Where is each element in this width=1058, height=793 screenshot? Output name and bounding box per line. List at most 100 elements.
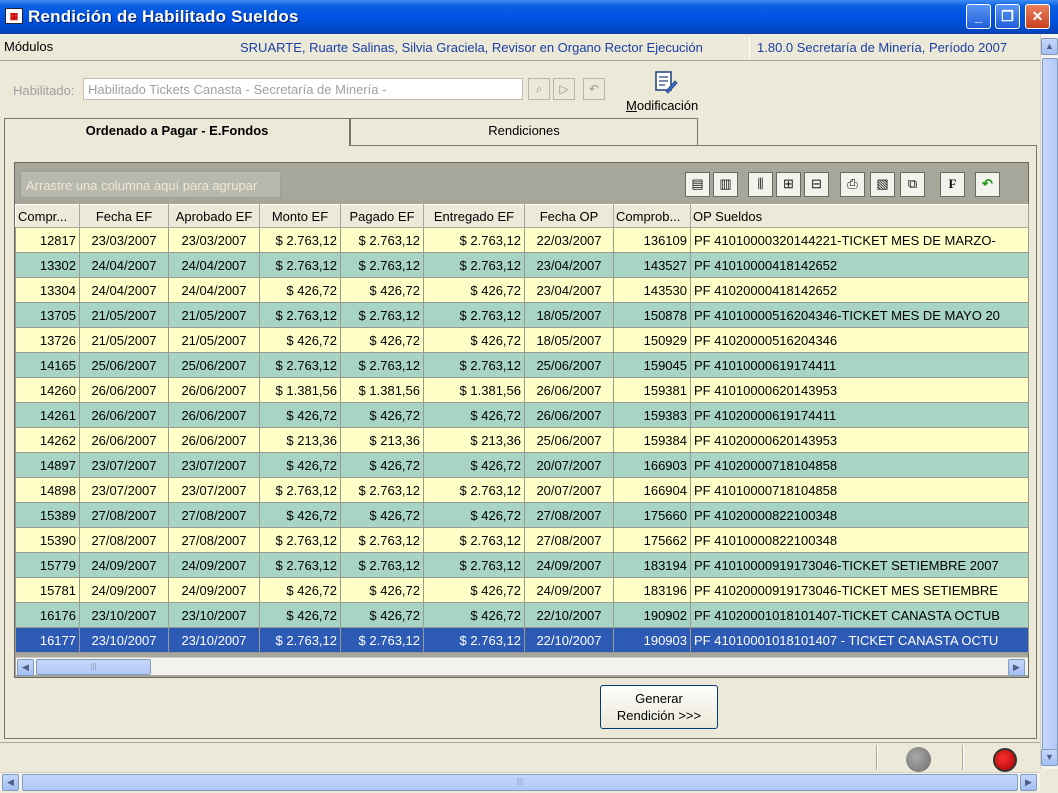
grid-horizontal-scrollbar[interactable]: ◀ ||| ▶ — [16, 657, 1028, 676]
grid-expand-button[interactable]: ⫼ — [748, 172, 773, 197]
cell-pagado[interactable]: $ 2.763,12 — [340, 352, 424, 378]
cell-aprobado-ef[interactable]: 24/09/2007 — [168, 552, 260, 578]
cell-pagado[interactable]: $ 2.763,12 — [340, 252, 424, 278]
table-row[interactable]: 15781 24/09/2007 24/09/2007 $ 426,72 $ 426,7… — [15, 577, 1029, 603]
cell-fecha-ef[interactable]: 26/06/2007 — [79, 427, 169, 453]
table-row[interactable]: 13304 24/04/2007 24/04/2007 $ 426,72 $ 426,7… — [15, 277, 1029, 303]
habilitado-field[interactable]: Habilitado Tickets Canasta - Secretaría … — [83, 78, 523, 100]
cell-comprob[interactable]: 183194 — [613, 552, 691, 578]
cell-monto[interactable]: $ 426,72 — [259, 402, 341, 428]
minimize-button[interactable]: _ — [966, 4, 991, 29]
group-by-area[interactable]: Arrastre una columna aquí para agrupar — [20, 171, 281, 198]
grid-filter-button[interactable]: ▥ — [713, 172, 738, 197]
cell-fecha-ef[interactable]: 24/04/2007 — [79, 277, 169, 303]
cell-monto[interactable]: $ 426,72 — [259, 577, 341, 603]
cell-monto[interactable]: $ 213,36 — [259, 427, 341, 453]
cell-op[interactable]: PF 41020001018101407-TICKET CANASTA OCTU… — [690, 602, 1029, 628]
cell-op[interactable]: PF 41010000619174411 — [690, 352, 1029, 378]
grid-print-button[interactable]: ⎙ — [840, 172, 865, 197]
cell-fecha-op[interactable]: 26/06/2007 — [524, 402, 614, 428]
scroll-right-button[interactable]: ▶ — [1020, 774, 1037, 791]
cell-op[interactable]: PF 41010000320144221-TICKET MES DE MARZO… — [690, 227, 1029, 253]
cell-aprobado-ef[interactable]: 25/06/2007 — [168, 352, 260, 378]
cell-entregado[interactable]: $ 426,72 — [423, 327, 525, 353]
cell-op[interactable]: PF 41020000418142652 — [690, 277, 1029, 303]
cell-op[interactable]: PF 41010000516204346-TICKET MES DE MAYO … — [690, 302, 1029, 328]
cell-monto[interactable]: $ 426,72 — [259, 277, 341, 303]
cell-comp[interactable]: 14897 — [15, 452, 80, 478]
cell-fecha-op[interactable]: 25/06/2007 — [524, 427, 614, 453]
cell-pagado[interactable]: $ 2.763,12 — [340, 302, 424, 328]
cell-comprob[interactable]: 175662 — [613, 527, 691, 553]
cell-fecha-ef[interactable]: 24/04/2007 — [79, 252, 169, 278]
grid-columns-button[interactable]: ▤ — [685, 172, 710, 197]
table-row[interactable]: 16177 23/10/2007 23/10/2007 $ 2.763,12 $ 2.7… — [15, 627, 1029, 653]
grid-scroll-thumb[interactable]: ||| — [36, 659, 151, 675]
cell-entregado[interactable]: $ 2.763,12 — [423, 352, 525, 378]
cell-monto[interactable]: $ 2.763,12 — [259, 352, 341, 378]
cell-comprob[interactable]: 143530 — [613, 277, 691, 303]
cell-comprob[interactable]: 175660 — [613, 502, 691, 528]
cell-monto[interactable]: $ 2.763,12 — [259, 477, 341, 503]
cell-fecha-ef[interactable]: 21/05/2007 — [79, 327, 169, 353]
horizontal-scroll-thumb[interactable]: ||| — [22, 774, 1018, 791]
close-button[interactable]: ✕ — [1025, 4, 1050, 29]
cell-pagado[interactable]: $ 426,72 — [340, 327, 424, 353]
cell-fecha-op[interactable]: 22/10/2007 — [524, 627, 614, 653]
vertical-scroll-thumb[interactable] — [1042, 58, 1058, 753]
cell-fecha-op[interactable]: 20/07/2007 — [524, 452, 614, 478]
cell-fecha-ef[interactable]: 24/09/2007 — [79, 577, 169, 603]
cell-comprob[interactable]: 150929 — [613, 327, 691, 353]
scroll-up-button[interactable]: ▲ — [1041, 38, 1058, 55]
tab-rendiciones[interactable]: Rendiciones — [350, 118, 698, 145]
cell-aprobado-ef[interactable]: 21/05/2007 — [168, 327, 260, 353]
cell-comp[interactable]: 14898 — [15, 477, 80, 503]
generar-rendicion-button[interactable]: Generar Rendición >>> — [600, 685, 718, 729]
cell-pagado[interactable]: $ 213,36 — [340, 427, 424, 453]
cell-fecha-ef[interactable]: 25/06/2007 — [79, 352, 169, 378]
cell-comp[interactable]: 14165 — [15, 352, 80, 378]
cell-comp[interactable]: 15389 — [15, 502, 80, 528]
horizontal-scrollbar[interactable]: ◀ ||| ▶ — [0, 772, 1040, 791]
cell-op[interactable]: PF 41020000718104858 — [690, 452, 1029, 478]
cell-comprob[interactable]: 159384 — [613, 427, 691, 453]
cell-entregado[interactable]: $ 213,36 — [423, 427, 525, 453]
cell-fecha-op[interactable]: 18/05/2007 — [524, 302, 614, 328]
cell-monto[interactable]: $ 426,72 — [259, 327, 341, 353]
cell-op[interactable]: PF 41010000919173046-TICKET SETIEMBRE 20… — [690, 552, 1029, 578]
cell-pagado[interactable]: $ 426,72 — [340, 277, 424, 303]
cell-fecha-ef[interactable]: 24/09/2007 — [79, 552, 169, 578]
grid-copy-button[interactable]: ⧉ — [900, 172, 925, 197]
cell-aprobado-ef[interactable]: 24/04/2007 — [168, 252, 260, 278]
cell-entregado[interactable]: $ 2.763,12 — [423, 627, 525, 653]
cell-comp[interactable]: 15781 — [15, 577, 80, 603]
cell-aprobado-ef[interactable]: 26/06/2007 — [168, 377, 260, 403]
cell-entregado[interactable]: $ 426,72 — [423, 452, 525, 478]
cell-fecha-ef[interactable]: 23/07/2007 — [79, 477, 169, 503]
column-header[interactable]: Compr... — [15, 204, 80, 228]
cell-comp[interactable]: 13302 — [15, 252, 80, 278]
cell-entregado[interactable]: $ 2.763,12 — [423, 552, 525, 578]
table-row[interactable]: 13302 24/04/2007 24/04/2007 $ 2.763,12 $ 2.7… — [15, 252, 1029, 278]
tab-ordenado-a-pagar[interactable]: Ordenado a Pagar - E.Fondos — [4, 118, 350, 146]
cell-op[interactable]: PF 41020000919173046-TICKET MES SETIEMBR… — [690, 577, 1029, 603]
cell-aprobado-ef[interactable]: 23/10/2007 — [168, 602, 260, 628]
cell-comp[interactable]: 14261 — [15, 402, 80, 428]
cell-aprobado-ef[interactable]: 24/04/2007 — [168, 277, 260, 303]
table-row[interactable]: 14898 23/07/2007 23/07/2007 $ 2.763,12 $ 2.7… — [15, 477, 1029, 503]
cell-aprobado-ef[interactable]: 23/07/2007 — [168, 477, 260, 503]
vertical-scrollbar[interactable]: ▲ ▼ — [1040, 34, 1058, 769]
cell-aprobado-ef[interactable]: 27/08/2007 — [168, 502, 260, 528]
cell-aprobado-ef[interactable]: 23/07/2007 — [168, 452, 260, 478]
title-bar[interactable]: ▦ Rendición de Habilitado Sueldos _ ❐ ✕ — [0, 0, 1058, 34]
cell-entregado[interactable]: $ 426,72 — [423, 502, 525, 528]
cell-pagado[interactable]: $ 426,72 — [340, 402, 424, 428]
cell-fecha-op[interactable]: 23/04/2007 — [524, 277, 614, 303]
table-row[interactable]: 14897 23/07/2007 23/07/2007 $ 426,72 $ 426,7… — [15, 452, 1029, 478]
cell-comp[interactable]: 16176 — [15, 602, 80, 628]
table-row[interactable]: 13726 21/05/2007 21/05/2007 $ 426,72 $ 426,7… — [15, 327, 1029, 353]
cell-entregado[interactable]: $ 426,72 — [423, 602, 525, 628]
cell-fecha-ef[interactable]: 23/10/2007 — [79, 627, 169, 653]
grid-scroll-left-button[interactable]: ◀ — [17, 659, 34, 676]
cell-fecha-ef[interactable]: 23/10/2007 — [79, 602, 169, 628]
